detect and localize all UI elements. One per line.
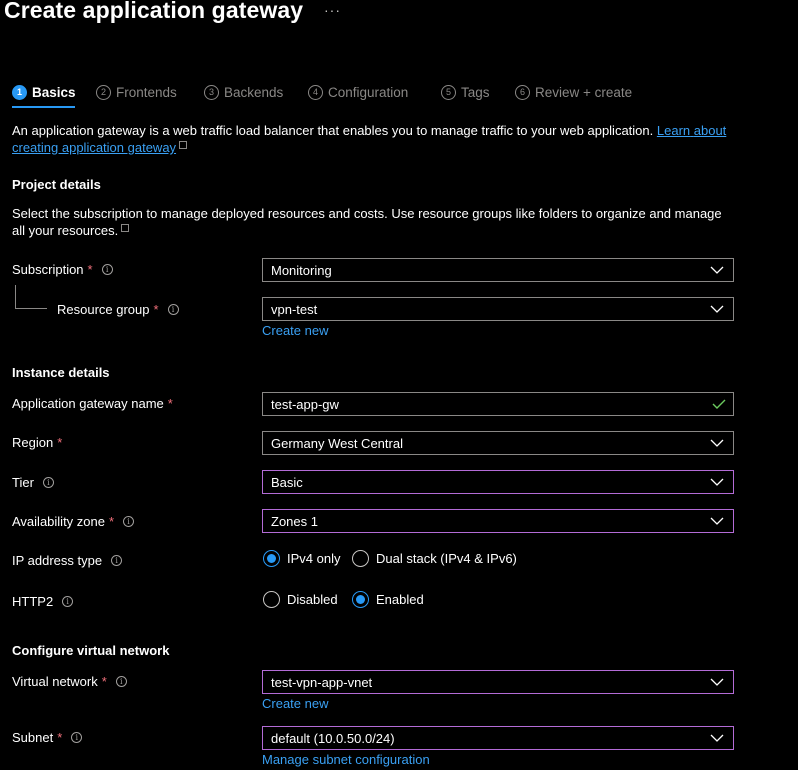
tree-connector-line (15, 285, 16, 308)
http2-label: HTTP2 i (12, 594, 74, 609)
required-marker: * (153, 302, 159, 317)
virtual-network-heading: Configure virtual network (12, 643, 170, 658)
info-icon[interactable]: i (123, 516, 135, 527)
chevron-down-icon (710, 439, 724, 447)
tab-label: Basics (32, 84, 76, 100)
create-new-resource-group-link[interactable]: Create new (262, 323, 328, 338)
tab-configuration[interactable]: 4 Configuration (308, 82, 408, 102)
region-dropdown[interactable]: Germany West Central (262, 431, 734, 455)
chevron-down-icon (710, 478, 724, 486)
radio-selected-icon (263, 550, 280, 567)
virtual-network-label: Virtual network * i (12, 674, 127, 689)
resource-group-label: Resource group * i (57, 302, 179, 317)
tab-label: Review + create (535, 84, 633, 100)
step-number: 3 (204, 84, 219, 100)
required-marker: * (87, 262, 93, 277)
info-icon[interactable]: i (115, 676, 127, 687)
chevron-down-icon (710, 734, 724, 742)
resource-group-dropdown[interactable]: vpn-test (262, 297, 734, 321)
tier-label: Tier i (12, 475, 54, 490)
subnet-label: Subnet * i (12, 730, 83, 745)
info-icon[interactable]: i (111, 555, 123, 566)
required-marker: * (167, 396, 173, 411)
subscription-dropdown[interactable]: Monitoring (262, 258, 734, 282)
intro-paragraph: An application gateway is a web traffic … (12, 122, 732, 156)
info-icon[interactable]: i (62, 596, 74, 607)
required-marker: * (108, 514, 115, 529)
subscription-label: Subscription * i (12, 262, 113, 277)
chevron-down-icon (710, 305, 724, 313)
subnet-dropdown[interactable]: default (10.0.50.0/24) (262, 726, 734, 750)
project-description: Select the subscription to manage deploy… (12, 206, 722, 238)
info-icon[interactable]: i (42, 477, 54, 488)
tab-label: Frontends (116, 84, 177, 100)
availability-zone-label: Availability zone * i (12, 514, 135, 529)
required-marker: * (57, 435, 63, 450)
availability-zone-dropdown[interactable]: Zones 1 (262, 509, 734, 533)
ip-address-type-label: IP address type i (12, 553, 123, 568)
info-icon[interactable]: i (167, 304, 179, 315)
dual-stack-radio[interactable]: Dual stack (IPv4 & IPv6) (352, 550, 517, 567)
tier-dropdown[interactable]: Basic (262, 470, 734, 494)
checkmark-icon (712, 399, 726, 409)
intro-text: An application gateway is a web traffic … (12, 123, 654, 138)
required-marker: * (101, 674, 107, 689)
chevron-down-icon (710, 678, 724, 686)
tab-label: Backends (224, 84, 284, 100)
tab-basics[interactable]: 1 Basics (12, 82, 76, 102)
ipv4-only-radio[interactable]: IPv4 only (263, 550, 340, 567)
more-options-button[interactable]: ··· (324, 2, 341, 18)
active-tab-indicator (12, 106, 75, 108)
step-number: 4 (308, 84, 323, 100)
chevron-down-icon (710, 266, 724, 274)
radio-selected-icon (352, 591, 369, 608)
tab-label: Configuration (328, 84, 409, 100)
manage-subnet-link[interactable]: Manage subnet configuration (262, 752, 430, 767)
http2-enabled-radio[interactable]: Enabled (352, 591, 424, 608)
tree-connector-line (15, 308, 47, 309)
gateway-name-input[interactable]: test-app-gw (262, 392, 734, 416)
step-number: 1 (12, 84, 27, 100)
region-label: Region * (12, 435, 63, 450)
tab-review-create[interactable]: 6 Review + create (515, 82, 632, 102)
create-new-vnet-link[interactable]: Create new (262, 696, 328, 711)
http2-disabled-radio[interactable]: Disabled (263, 591, 338, 608)
info-icon[interactable]: i (71, 732, 83, 743)
info-icon[interactable]: i (101, 264, 113, 275)
virtual-network-dropdown[interactable]: test-vpn-app-vnet (262, 670, 734, 694)
chevron-down-icon (710, 517, 724, 525)
step-number: 5 (441, 84, 456, 100)
step-number: 6 (515, 84, 530, 100)
tab-tags[interactable]: 5 Tags (441, 82, 490, 102)
radio-unselected-icon (263, 591, 280, 608)
step-number: 2 (96, 84, 111, 100)
gateway-name-label: Application gateway name * (12, 396, 173, 411)
external-link-icon (179, 141, 188, 149)
required-marker: * (57, 730, 63, 745)
page-title: Create application gateway (4, 0, 304, 23)
tab-backends[interactable]: 3 Backends (204, 82, 283, 102)
tab-label: Tags (461, 84, 490, 100)
radio-unselected-icon (352, 550, 369, 567)
project-details-heading: Project details (12, 177, 101, 192)
tab-frontends[interactable]: 2 Frontends (96, 82, 177, 102)
external-link-icon (121, 224, 130, 232)
instance-details-heading: Instance details (12, 365, 110, 380)
